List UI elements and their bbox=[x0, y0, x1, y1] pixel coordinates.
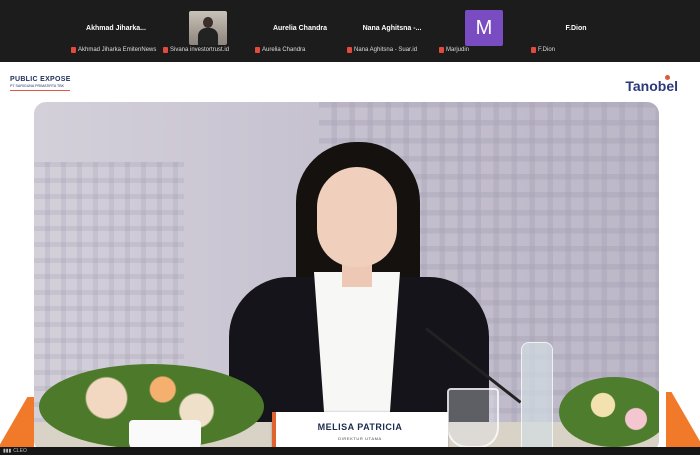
participant-tile-5[interactable]: M bbox=[439, 8, 529, 48]
event-logo: PUBLIC EXPOSE PT SARIGUNA PRIMATIRTA TBK bbox=[10, 76, 71, 91]
speaker-video: MELISA PATRICIA DIREKTUR UTAMA bbox=[34, 102, 659, 452]
participant-tile-6[interactable]: F.Dion bbox=[531, 8, 621, 48]
participant-tile-4[interactable]: Nana Aghitsna -... bbox=[347, 8, 437, 48]
participant-tile-2[interactable] bbox=[163, 8, 253, 48]
participant-name: Aurelia Chandra bbox=[272, 24, 328, 32]
participant-label: Aurelia Chandra bbox=[255, 45, 305, 54]
participant-label: Nana Aghitsna - Suar.id bbox=[347, 45, 417, 54]
mic-muted-icon bbox=[255, 46, 260, 53]
participant-label: Akhmad Jiharka EmitenNews bbox=[71, 45, 156, 54]
flower-arrangement-right bbox=[559, 377, 659, 447]
participant-label: F.Dion bbox=[531, 45, 555, 54]
participant-name: Akhmad Jiharka... bbox=[86, 24, 146, 32]
mic-muted-icon bbox=[439, 46, 444, 53]
event-title: PUBLIC EXPOSE bbox=[10, 76, 71, 83]
participant-name: Nana Aghitsna -... bbox=[362, 24, 422, 32]
participant-label: Marjudin bbox=[439, 45, 469, 54]
accent-shape-right bbox=[666, 392, 700, 455]
water-glass bbox=[447, 388, 499, 448]
speaker-face bbox=[317, 167, 397, 267]
connection-status: ▮▮▮ CLEO bbox=[3, 448, 27, 454]
event-subtitle: PT SARIGUNA PRIMATIRTA TBK bbox=[10, 84, 64, 88]
shared-screen: PUBLIC EXPOSE PT SARIGUNA PRIMATIRTA TBK… bbox=[0, 62, 700, 455]
participant-strip: Akhmad Jiharka... Aurelia Chandra Nana A… bbox=[0, 0, 700, 62]
title-underline bbox=[10, 90, 70, 91]
mic-muted-icon bbox=[163, 46, 168, 53]
participant-tile-3[interactable]: Aurelia Chandra bbox=[255, 8, 345, 48]
speaker-role: DIREKTUR UTAMA bbox=[338, 436, 382, 441]
connection-label: CLEO bbox=[13, 448, 27, 454]
participant-name: F.Dion bbox=[565, 24, 587, 32]
mic-muted-icon bbox=[71, 46, 76, 53]
participant-label: Sivana investortrust.id bbox=[163, 45, 229, 54]
participant-tile-1[interactable]: Akhmad Jiharka... bbox=[71, 8, 161, 48]
participant-video bbox=[189, 11, 227, 45]
mic-muted-icon bbox=[531, 46, 536, 53]
speaker-name: MELISA PATRICIA bbox=[317, 422, 403, 432]
status-bar: ▮▮▮ CLEO bbox=[0, 447, 700, 455]
signal-icon: ▮▮▮ bbox=[3, 448, 12, 454]
avatar: M bbox=[465, 10, 503, 46]
brand-logo: Tanobel bbox=[625, 78, 678, 94]
mic-muted-icon bbox=[347, 46, 352, 53]
nameplate: MELISA PATRICIA DIREKTUR UTAMA bbox=[272, 412, 448, 450]
water-bottle bbox=[521, 342, 553, 452]
